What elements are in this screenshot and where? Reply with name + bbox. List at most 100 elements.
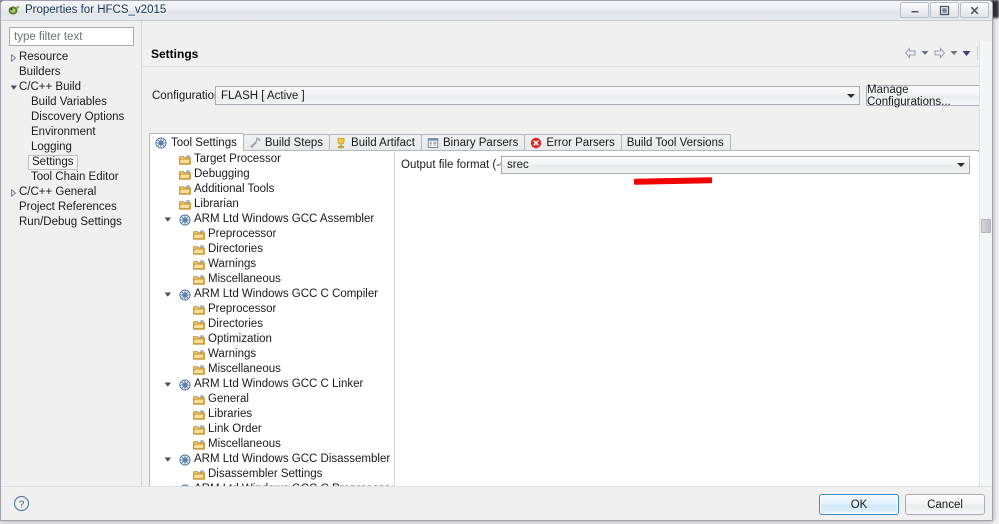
help-question-icon[interactable]: ? [13, 495, 30, 512]
tool-tree-item-arm-ltd-windows-gcc-disassembler[interactable]: ARM Ltd Windows GCC Disassembler [151, 452, 393, 467]
settings-page: Settings Configuration: FLASH [Active]… [142, 21, 992, 501]
manage-configurations-button[interactable]: Manage Configurations... [866, 84, 988, 108]
tab-build-tool-versions[interactable]: Build Tool Versions [620, 134, 731, 151]
tree-expanded-arrow-icon[interactable] [163, 212, 172, 227]
configuration-select[interactable]: FLASH [ Active ] [215, 86, 860, 105]
settings-nav-tree[interactable]: Resource Builders C/C++ Build Build Variabl… [5, 50, 138, 480]
tool-tree-item-directories[interactable]: Directories [151, 317, 393, 332]
sidebar-item-build-variables[interactable]: Build Variables [5, 95, 138, 110]
tab-label: Binary Parsers [442, 137, 519, 149]
sidebar-item-c-c-general[interactable]: C/C++ General [5, 185, 138, 200]
sidebar-item-label: C/C++ Build [19, 81, 82, 93]
tool-tree-item-label: Directories [208, 318, 263, 330]
tool-tree-item-additional-tools[interactable]: Additional Tools [151, 182, 393, 197]
binary-parsers-icon [427, 137, 439, 149]
settings-folder-icon [192, 394, 205, 406]
properties-dialog-icon [7, 4, 21, 18]
sidebar-item-label: C/C++ General [19, 186, 97, 198]
tab-build-steps[interactable]: Build Steps [242, 134, 331, 151]
chevron-down-icon [957, 163, 965, 167]
close-button[interactable] [960, 2, 989, 18]
dialog-scrollbar[interactable] [979, 41, 992, 506]
view-menu-icon[interactable] [961, 46, 971, 60]
tab-build-artifact[interactable]: Build Artifact [329, 134, 422, 151]
tool-tree-item-label: ARM Ltd Windows GCC Disassembler [194, 453, 391, 465]
sidebar-item-logging[interactable]: Logging [5, 140, 138, 155]
sidebar-item-c-c-build[interactable]: C/C++ Build [5, 80, 138, 95]
configuration-row: Configuration: FLASH [ Active ] Manage C… [152, 83, 988, 113]
tool-tree-item-label: Warnings [208, 258, 257, 270]
page-title-divider [142, 66, 992, 67]
tool-tree-item-warnings[interactable]: Warnings [151, 257, 393, 272]
dialog-titlebar[interactable]: Properties for HFCS_v2015 [1, 1, 992, 21]
tool-tree-item-librarian[interactable]: Librarian [151, 197, 393, 212]
sidebar-item-run-debug-settings[interactable]: Run/Debug Settings [5, 215, 138, 230]
tab-tool-settings[interactable]: Tool Settings [149, 133, 244, 151]
tool-tree-item-link-order[interactable]: Link Order [151, 422, 393, 437]
build-artifact-icon [335, 137, 347, 149]
sidebar-item-discovery-options[interactable]: Discovery Options [5, 110, 138, 125]
sidebar-item-settings[interactable]: Settings [5, 155, 138, 170]
tab-error-parsers[interactable]: Error Parsers [524, 134, 622, 151]
scrollbar-thumb[interactable] [981, 219, 991, 233]
cancel-button[interactable]: Cancel [905, 494, 985, 515]
sidebar-item-project-references[interactable]: Project References [5, 200, 138, 215]
tool-tree-item-miscellaneous[interactable]: Miscellaneous [151, 272, 393, 287]
tool-tree-item-miscellaneous[interactable]: Miscellaneous [151, 362, 393, 377]
tree-expanded-arrow-icon[interactable] [163, 287, 172, 302]
tool-tree-item-directories[interactable]: Directories [151, 242, 393, 257]
tool-detail-pane: Output file format (-O) srec [396, 152, 979, 500]
tab-binary-parsers[interactable]: Binary Parsers [420, 134, 526, 151]
tool-tree-item-target-processor[interactable]: Target Processor [151, 152, 393, 167]
tool-tree-item-label: Preprocessor [208, 303, 277, 315]
tool-tree-item-label: Miscellaneous [208, 363, 281, 375]
tool-tree-item-debugging[interactable]: Debugging [151, 167, 393, 182]
toolbar-divider [977, 46, 978, 60]
tool-tree-item-warnings[interactable]: Warnings [151, 347, 393, 362]
tool-tree-item-general[interactable]: General [151, 392, 393, 407]
forward-arrow-icon[interactable] [932, 46, 947, 60]
sidebar-item-tool-chain-editor[interactable]: Tool Chain Editor [5, 170, 138, 185]
window-controls [900, 2, 989, 18]
settings-tabs[interactable]: Tool Settings Build Steps Build Artifact Bi… [149, 133, 731, 151]
tree-expanded-arrow-icon[interactable] [163, 377, 172, 392]
maximize-button[interactable] [930, 2, 959, 18]
tool-tree-item-arm-ltd-windows-gcc-c-linker[interactable]: ARM Ltd Windows GCC C Linker [151, 377, 393, 392]
tool-settings-tree[interactable]: Target Processor Debugging Additional Tool… [151, 152, 393, 500]
output-file-format-select[interactable]: srec [501, 156, 970, 174]
tool-tree-item-preprocessor[interactable]: Preprocessor [151, 302, 393, 317]
tree-expanded-arrow-icon[interactable] [9, 80, 18, 95]
sidebar-item-label: Environment [31, 126, 96, 138]
settings-folder-icon [192, 334, 205, 346]
settings-folder-icon [192, 409, 205, 421]
tool-tree-item-optimization[interactable]: Optimization [151, 332, 393, 347]
tool-tree-item-arm-ltd-windows-gcc-assembler[interactable]: ARM Ltd Windows GCC Assembler [151, 212, 393, 227]
tree-expanded-arrow-icon[interactable] [163, 452, 172, 467]
tool-tree-item-miscellaneous[interactable]: Miscellaneous [151, 437, 393, 452]
settings-folder-icon [178, 154, 191, 166]
settings-folder-icon [192, 304, 205, 316]
page-nav-controls [903, 46, 978, 60]
navigation-pane: type filter text Resource Builders C/C++ B… [5, 24, 138, 483]
ok-button[interactable]: OK [819, 494, 899, 515]
screenshot-root: CodeWarrior Development Properties for H… [0, 0, 999, 524]
sidebar-item-label: Tool Chain Editor [31, 171, 119, 183]
tool-tree-item-preprocessor[interactable]: Preprocessor [151, 227, 393, 242]
sidebar-item-label: Resource [19, 51, 69, 63]
back-arrow-icon[interactable] [903, 46, 918, 60]
filter-input[interactable]: type filter text [9, 27, 134, 46]
minimize-button[interactable] [900, 2, 929, 18]
back-menu-chevron-down-icon[interactable] [920, 46, 930, 60]
forward-menu-chevron-down-icon[interactable] [949, 46, 959, 60]
sidebar-item-environment[interactable]: Environment [5, 125, 138, 140]
tree-collapsed-arrow-icon[interactable] [9, 50, 18, 65]
sidebar-item-resource[interactable]: Resource [5, 50, 138, 65]
tool-tree-item-label: Link Order [208, 423, 262, 435]
settings-folder-icon [192, 424, 205, 436]
tool-tree-item-disassembler-settings[interactable]: Disassembler Settings [151, 467, 393, 482]
tool-tree-item-libraries[interactable]: Libraries [151, 407, 393, 422]
red-underline-annotation [633, 177, 713, 185]
sidebar-item-builders[interactable]: Builders [5, 65, 138, 80]
tree-collapsed-arrow-icon[interactable] [9, 185, 18, 200]
tool-tree-item-arm-ltd-windows-gcc-c-compiler[interactable]: ARM Ltd Windows GCC C Compiler [151, 287, 393, 302]
